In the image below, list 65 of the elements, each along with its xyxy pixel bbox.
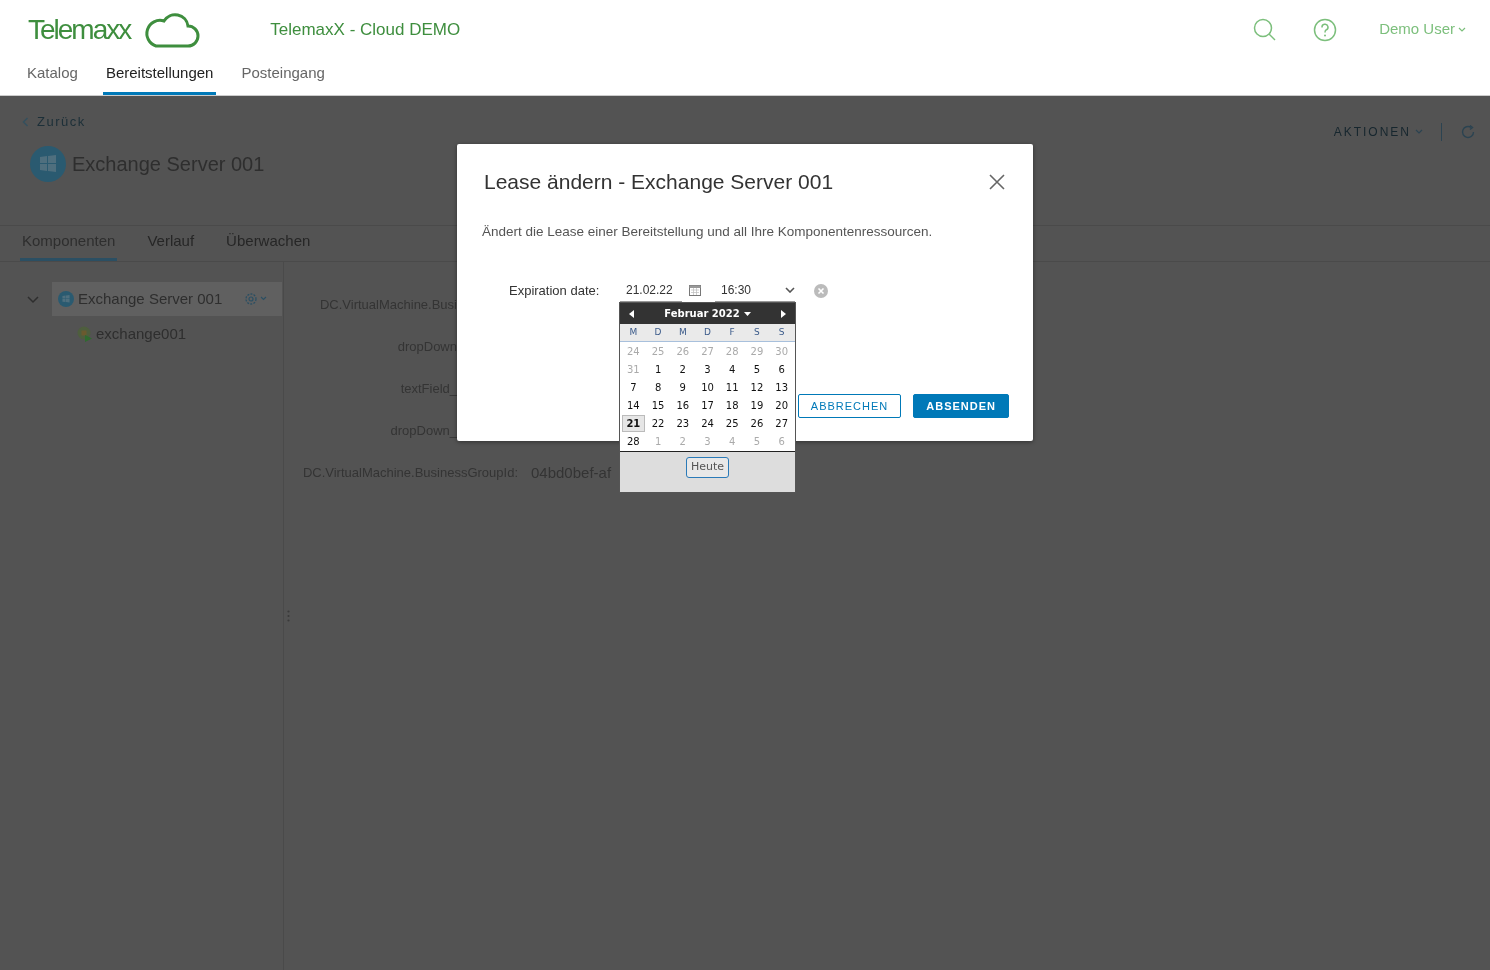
calendar-day[interactable]: 27 — [770, 415, 793, 432]
calendar-day[interactable]: 26 — [745, 415, 769, 432]
calendar-day[interactable]: 9 — [671, 379, 695, 396]
nav-tab[interactable]: Posteingang — [238, 61, 328, 95]
weekday-label: S — [753, 325, 761, 339]
vm-icon — [76, 325, 94, 343]
caret-icon — [743, 311, 751, 316]
chevron-down-icon — [1415, 129, 1423, 135]
calendar-day[interactable]: 7 — [622, 379, 645, 396]
calendar-day[interactable]: 24 — [696, 415, 719, 432]
nav-tab[interactable]: Katalog — [24, 61, 81, 95]
calendar-day[interactable]: 13 — [770, 379, 793, 396]
calendar-day[interactable]: 6 — [770, 361, 793, 378]
calendar-day[interactable]: 18 — [720, 397, 744, 414]
submit-button[interactable]: ABSENDEN — [913, 393, 1009, 418]
refresh-icon[interactable] — [1460, 124, 1476, 140]
weekday-label: S — [777, 325, 786, 339]
expand-chevron-icon[interactable] — [27, 293, 39, 305]
calendar-day[interactable]: 10 — [696, 379, 719, 396]
calendar-day[interactable]: 2 — [671, 361, 695, 378]
weekday-label: D — [653, 325, 663, 339]
calendar-icon[interactable] — [689, 285, 701, 297]
calendar-day[interactable]: 5 — [745, 361, 769, 378]
calendar-day[interactable]: 1 — [646, 361, 670, 378]
calendar-day[interactable]: 25 — [720, 415, 744, 432]
search-icon[interactable] — [1253, 17, 1278, 42]
calendar-day[interactable]: 17 — [696, 397, 719, 414]
dialog-title: Lease ändern - Exchange Server 001 — [484, 169, 834, 195]
calendar-day[interactable]: 16 — [671, 397, 695, 414]
weekday-label: M — [628, 325, 639, 339]
clear-icon[interactable] — [814, 283, 828, 298]
calendar-day[interactable]: 12 — [745, 379, 769, 396]
weekday-label: M — [677, 325, 688, 339]
date-field[interactable]: 21.02.22 — [620, 279, 682, 302]
today-button[interactable]: Heute — [685, 457, 730, 478]
windows-icon — [58, 291, 74, 307]
calendar-day[interactable]: 11 — [720, 379, 744, 396]
weekday-label: D — [703, 325, 712, 339]
chevron-left-icon — [22, 116, 29, 127]
calendar-day[interactable]: 21 — [622, 415, 645, 432]
calendar-day[interactable]: 28 — [622, 433, 645, 450]
cloud-icon — [144, 10, 201, 49]
close-icon[interactable] — [989, 173, 1005, 190]
calendar-day[interactable]: 20 — [770, 397, 793, 414]
weekday-label: F — [728, 325, 736, 339]
triangle-left-icon — [628, 309, 634, 318]
cancel-button[interactable]: ABBRECHEN — [797, 393, 902, 418]
calendar-day[interactable]: 23 — [671, 415, 695, 432]
windows-icon — [30, 145, 66, 182]
chevron-down-icon — [785, 287, 795, 294]
field-label: Expiration date: — [509, 282, 601, 300]
calendar-day[interactable]: 8 — [646, 379, 670, 396]
logo-text: Telemaxx — [28, 13, 131, 46]
triangle-right-icon — [781, 309, 787, 318]
calendar-day[interactable]: 3 — [696, 361, 719, 378]
calendar-day[interactable]: 22 — [646, 415, 670, 432]
calendar-day[interactable]: 19 — [745, 397, 769, 414]
help-icon[interactable] — [1313, 17, 1338, 42]
app-title: TelemaxX - Cloud DEMO — [270, 18, 461, 41]
dialog-description: Ändert die Lease einer Bereitstellung und all Ihre Komponentenressourcen. — [481, 222, 934, 241]
time-field[interactable]: 16:30 — [715, 279, 795, 302]
calendar-day[interactable]: 4 — [720, 361, 744, 378]
calendar-day[interactable]: 14 — [622, 397, 645, 414]
calendar-day[interactable]: 15 — [646, 397, 670, 414]
chevron-down-icon — [1458, 26, 1466, 33]
